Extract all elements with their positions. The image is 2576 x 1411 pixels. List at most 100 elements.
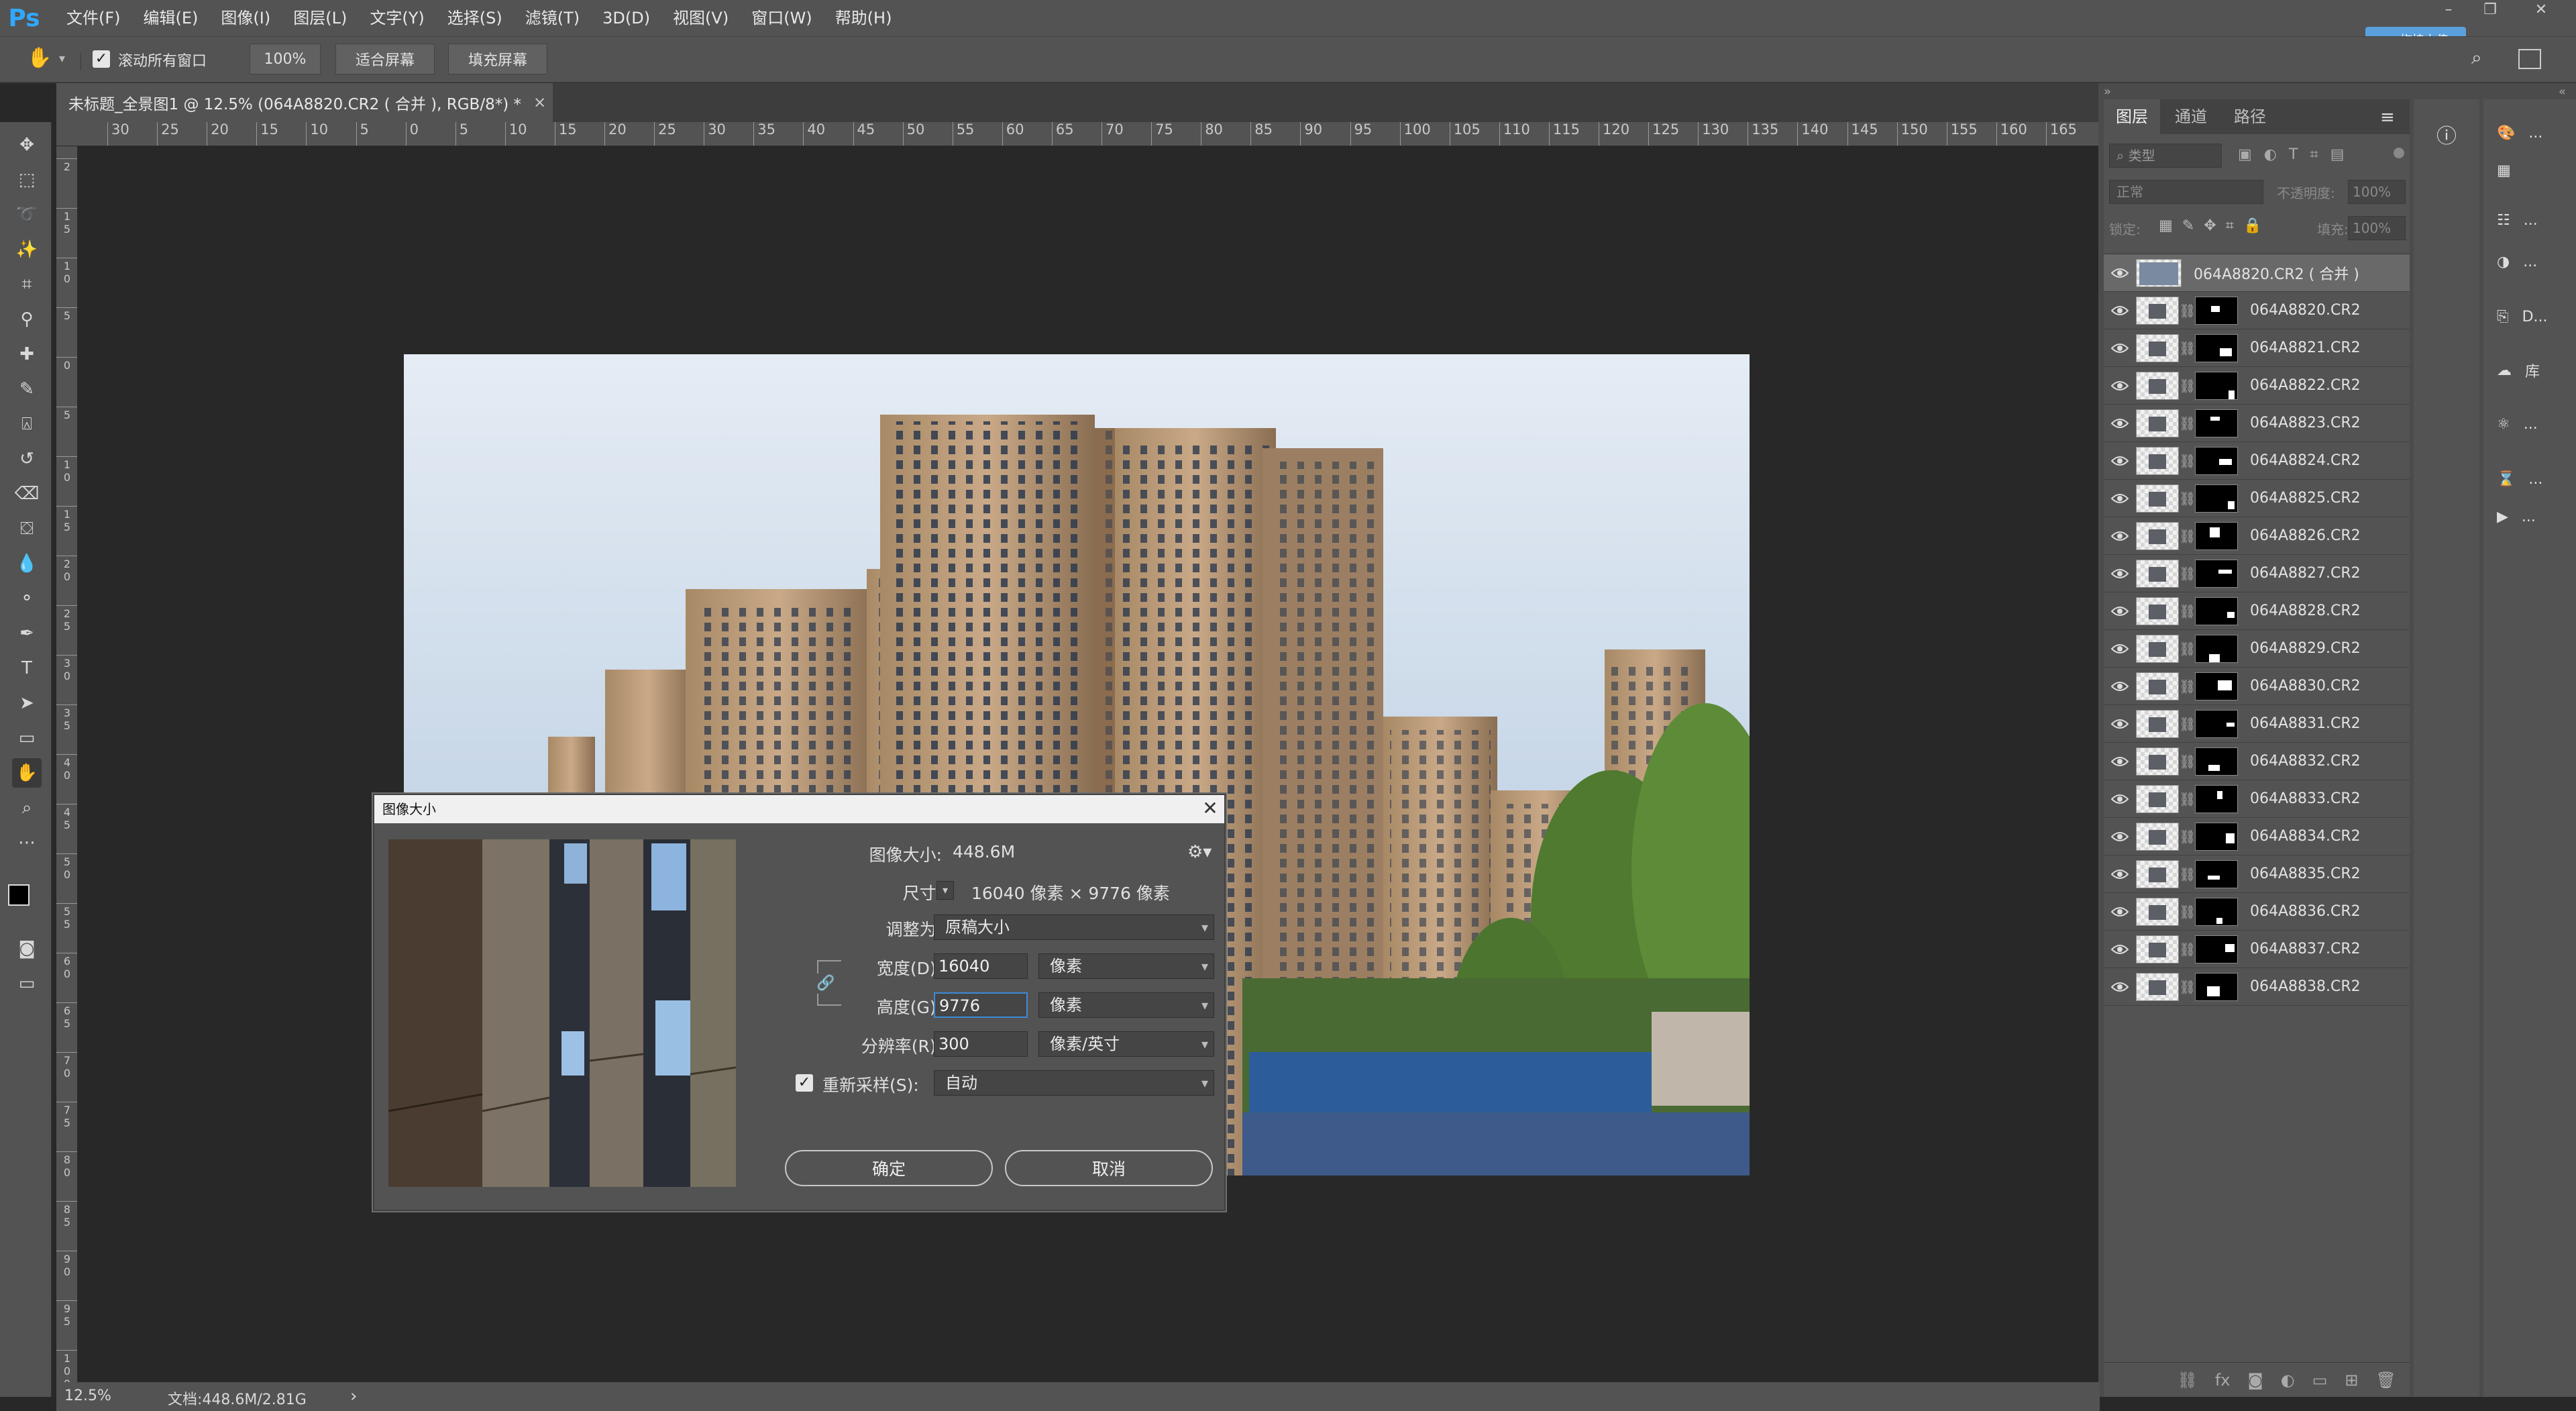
clone-stamp-tool-icon[interactable]: ⍓	[12, 409, 42, 439]
visibility-eye-icon[interactable]	[2104, 405, 2136, 442]
visibility-eye-icon[interactable]	[2104, 705, 2136, 743]
actions-panel-button[interactable]: ▶...	[2497, 497, 2571, 537]
height-unit-select[interactable]: 像素 ▾	[1038, 992, 1214, 1018]
layer-mask-thumbnail[interactable]	[2195, 559, 2238, 588]
trash-icon[interactable]: 🗑	[2376, 1371, 2396, 1390]
visibility-eye-icon[interactable]	[2104, 818, 2136, 855]
layer-mask-thumbnail[interactable]	[2195, 484, 2238, 513]
opacity-input[interactable]: 100%	[2348, 180, 2406, 204]
panel-menu-icon[interactable]: ≡	[2380, 107, 2395, 127]
layer-row[interactable]: ⛓ 064A8829.CR2	[2104, 630, 2410, 668]
new-group-icon[interactable]: ▭	[2312, 1371, 2328, 1390]
layer-row[interactable]: 064A8820.CR2 ( 合并 )	[2104, 254, 2410, 292]
mask-link-icon[interactable]: ⛓	[2179, 641, 2196, 657]
mask-link-icon[interactable]: ⛓	[2179, 603, 2196, 619]
layer-mask-thumbnail[interactable]	[2195, 972, 2238, 1001]
layer-mask-thumbnail[interactable]	[2195, 596, 2238, 625]
magic-wand-tool-icon[interactable]: ✨	[12, 235, 42, 264]
layer-row[interactable]: ⛓ 064A8830.CR2	[2104, 668, 2410, 705]
mask-link-icon[interactable]: ⛓	[2179, 303, 2196, 319]
dodge-tool-icon[interactable]: ⚬	[12, 584, 42, 613]
mask-link-icon[interactable]: ⛓	[2179, 566, 2196, 582]
layer-mask-thumbnail[interactable]	[2195, 747, 2238, 776]
path-select-tool-icon[interactable]: ➤	[12, 688, 42, 718]
link-proportions-icon[interactable]: 🔗	[816, 974, 836, 994]
mask-link-icon[interactable]: ⛓	[2179, 678, 2196, 694]
document-tab-close-icon[interactable]: ×	[533, 94, 546, 111]
resample-checkbox[interactable]: ✓	[796, 1074, 813, 1092]
layer-mask-thumbnail[interactable]	[2195, 296, 2238, 325]
panel-tab[interactable]: 路径	[2222, 99, 2278, 134]
lock-icons[interactable]: ▦✎✥⌗🔒	[2159, 217, 2271, 234]
add-mask-icon[interactable]: ◙	[2247, 1371, 2263, 1390]
layer-mask-thumbnail[interactable]	[2195, 634, 2238, 663]
blend-mode-select[interactable]: 正常	[2109, 180, 2263, 204]
move-tool-icon[interactable]: ✥	[12, 130, 42, 160]
visibility-eye-icon[interactable]	[2104, 668, 2136, 705]
layer-mask-thumbnail[interactable]	[2195, 935, 2238, 963]
filter-toggle-icon[interactable]	[2394, 148, 2404, 158]
marquee-tool-icon[interactable]: ⬚	[12, 165, 42, 195]
layer-row[interactable]: ⛓ 064A8836.CR2	[2104, 893, 2410, 931]
zoom-100-button[interactable]: 100%	[250, 44, 321, 74]
mask-link-icon[interactable]: ⛓	[2179, 829, 2196, 845]
new-layer-icon[interactable]: ⊞	[2345, 1371, 2358, 1390]
mask-link-icon[interactable]: ⛓	[2179, 941, 2196, 957]
fx-icon[interactable]: fx	[2215, 1371, 2231, 1390]
layer-row[interactable]: ⛓ 064A8838.CR2	[2104, 968, 2410, 1006]
mask-link-icon[interactable]: ⛓	[2179, 866, 2196, 882]
settings-gear-icon[interactable]: ⚙▾	[1187, 842, 1212, 862]
paint-bucket-tool-icon[interactable]: ⛋	[12, 514, 42, 543]
screen-mode-icon[interactable]: ▭	[12, 969, 42, 998]
hand-tool-icon[interactable]: ✋	[12, 758, 42, 788]
eraser-tool-icon[interactable]: ⌫	[12, 479, 42, 509]
visibility-eye-icon[interactable]	[2104, 480, 2136, 517]
layer-row[interactable]: ⛓ 064A8837.CR2	[2104, 931, 2410, 968]
info-icon[interactable]: ⓘ	[2414, 115, 2479, 153]
resolution-input[interactable]: 300	[934, 1031, 1028, 1057]
menu-item[interactable]: 图层(L)	[282, 0, 358, 36]
visibility-eye-icon[interactable]	[2104, 555, 2136, 592]
layer-row[interactable]: ⛓ 064A8826.CR2	[2104, 517, 2410, 555]
ok-button[interactable]: 确定	[785, 1150, 993, 1186]
layer-mask-thumbnail[interactable]	[2195, 672, 2238, 700]
visibility-eye-icon[interactable]	[2104, 592, 2136, 630]
mask-link-icon[interactable]: ⛓	[2179, 378, 2196, 394]
menu-item[interactable]: 编辑(E)	[132, 0, 210, 36]
image-preview[interactable]	[388, 839, 736, 1187]
mask-link-icon[interactable]: ⛓	[2179, 979, 2196, 995]
adjustments-panel-button[interactable]: ◑...	[2497, 242, 2571, 282]
menu-item[interactable]: 3D(D)	[591, 0, 661, 36]
layer-mask-thumbnail[interactable]	[2195, 784, 2238, 813]
layer-mask-thumbnail[interactable]	[2195, 897, 2238, 926]
crop-tool-icon[interactable]: ⌗	[12, 270, 42, 299]
layer-row[interactable]: ⛓ 064A8833.CR2	[2104, 780, 2410, 818]
status-menu-arrow[interactable]: ›	[350, 1386, 357, 1406]
visibility-eye-icon[interactable]	[2104, 743, 2136, 780]
layer-row[interactable]: ⛓ 064A8821.CR2	[2104, 329, 2410, 367]
menu-item[interactable]: 视图(V)	[661, 0, 740, 36]
menu-item[interactable]: 选择(S)	[436, 0, 514, 36]
history-panel-button[interactable]: ⌛...	[2497, 459, 2571, 499]
visibility-eye-icon[interactable]	[2104, 292, 2136, 329]
layer-row[interactable]: ⛓ 064A8832.CR2	[2104, 743, 2410, 780]
document-tab[interactable]: 未标题_全景图1 @ 12.5% (064A8820.CR2 ( 合并 ), R…	[56, 83, 553, 122]
blur-tool-icon[interactable]: 💧	[12, 549, 42, 578]
menu-item[interactable]: 文字(Y)	[358, 0, 435, 36]
lasso-tool-icon[interactable]: ➰	[12, 200, 42, 229]
layer-mask-thumbnail[interactable]	[2195, 709, 2238, 738]
visibility-eye-icon[interactable]	[2104, 931, 2136, 968]
visibility-eye-icon[interactable]	[2104, 517, 2136, 555]
brush-tool-icon[interactable]: ✎	[12, 374, 42, 404]
resample-select[interactable]: 自动 ▾	[934, 1070, 1214, 1096]
visibility-eye-icon[interactable]	[2104, 780, 2136, 818]
layer-row[interactable]: ⛓ 064A8835.CR2	[2104, 855, 2410, 893]
layer-mask-thumbnail[interactable]	[2195, 409, 2238, 437]
mask-link-icon[interactable]: ⛓	[2179, 904, 2196, 920]
healing-tool-icon[interactable]: ✚	[12, 339, 42, 369]
menu-item[interactable]: 图像(I)	[209, 0, 282, 36]
expand-panels-icon[interactable]: «	[2559, 85, 2566, 99]
visibility-eye-icon[interactable]	[2104, 855, 2136, 893]
height-input[interactable]: 9776	[934, 992, 1028, 1018]
workspace-icon[interactable]	[2518, 49, 2541, 69]
